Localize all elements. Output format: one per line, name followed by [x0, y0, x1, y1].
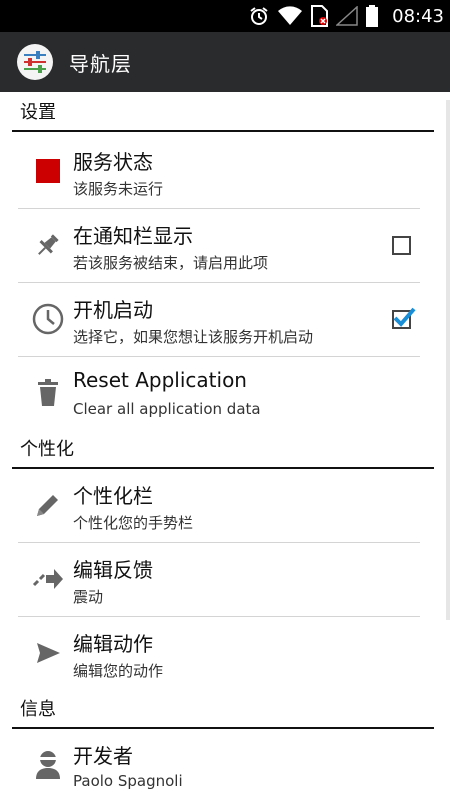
section-header-info: 信息: [0, 689, 434, 729]
pref-show-in-notification[interactable]: 在通知栏显示 若该服务被结束，请启用此项: [0, 209, 434, 283]
notification-checkbox[interactable]: [392, 236, 411, 255]
pref-title: 开发者: [73, 744, 133, 768]
pin-icon: [30, 227, 66, 263]
pref-title: Reset Application: [73, 368, 247, 392]
pref-summary: 该服务未运行: [73, 180, 164, 198]
section-label: 信息: [20, 699, 56, 720]
section-header-settings: 设置: [0, 92, 434, 132]
pref-service-status[interactable]: 服务状态 该服务未运行: [0, 135, 434, 209]
action-bar: 导航层: [0, 32, 450, 92]
status-clock: 08:43: [392, 5, 444, 27]
preferences-list[interactable]: 设置 服务状态 该服务未运行 在通知栏显示 若该服务被结束，请启用此项 开机启动…: [0, 92, 450, 800]
pref-summary: 若该服务被结束，请启用此项: [73, 254, 269, 272]
scrollbar[interactable]: [446, 100, 450, 620]
signal-icon: [336, 6, 358, 26]
pref-title: 个性化栏: [73, 484, 153, 508]
pref-title: 服务状态: [73, 150, 153, 174]
boot-checkbox[interactable]: [392, 307, 416, 329]
trash-icon: [30, 375, 66, 411]
send-icon: [30, 635, 66, 671]
battery-icon: [366, 5, 379, 27]
pref-summary: 选择它，如果您想让该服务开机启动: [73, 328, 314, 346]
app-title: 导航层: [69, 51, 132, 76]
stop-square-icon: [30, 153, 66, 189]
pref-summary: Clear all application data: [73, 400, 261, 418]
pref-title: 在通知栏显示: [73, 224, 193, 248]
sliders-icon[interactable]: [17, 44, 53, 80]
section-label: 设置: [20, 102, 56, 123]
section-label: 个性化: [20, 439, 74, 460]
status-icons: 08:43: [248, 0, 444, 32]
no-sim-icon: [310, 5, 329, 27]
pref-edit-feedback[interactable]: 编辑反馈 震动: [0, 543, 434, 617]
pref-title: 编辑动作: [73, 632, 153, 656]
clock-icon: [30, 301, 66, 337]
person-icon: [30, 747, 66, 783]
alarm-icon: [248, 5, 270, 27]
pref-summary: Paolo Spagnoli: [73, 772, 183, 790]
pencil-icon: [30, 487, 66, 523]
pref-start-on-boot[interactable]: 开机启动 选择它，如果您想让该服务开机启动: [0, 283, 434, 357]
wifi-icon: [278, 6, 303, 26]
pref-title: 开机启动: [73, 298, 153, 322]
pref-personalize-bar[interactable]: 个性化栏 个性化您的手势栏: [0, 469, 434, 543]
pref-reset-application[interactable]: Reset Application Clear all application …: [0, 357, 434, 431]
pref-summary: 个性化您的手势栏: [73, 514, 194, 532]
pref-edit-actions[interactable]: 编辑动作 编辑您的动作: [0, 617, 434, 691]
pref-summary: 编辑您的动作: [73, 662, 164, 680]
section-rule: [12, 130, 434, 132]
dashed-arrow-icon: [30, 561, 66, 597]
section-header-personalize: 个性化: [0, 429, 434, 469]
pref-summary: 震动: [73, 588, 104, 606]
pref-title: 编辑反馈: [73, 558, 153, 582]
pref-developer[interactable]: 开发者 Paolo Spagnoli: [0, 729, 434, 800]
status-bar: 08:43: [0, 0, 450, 32]
